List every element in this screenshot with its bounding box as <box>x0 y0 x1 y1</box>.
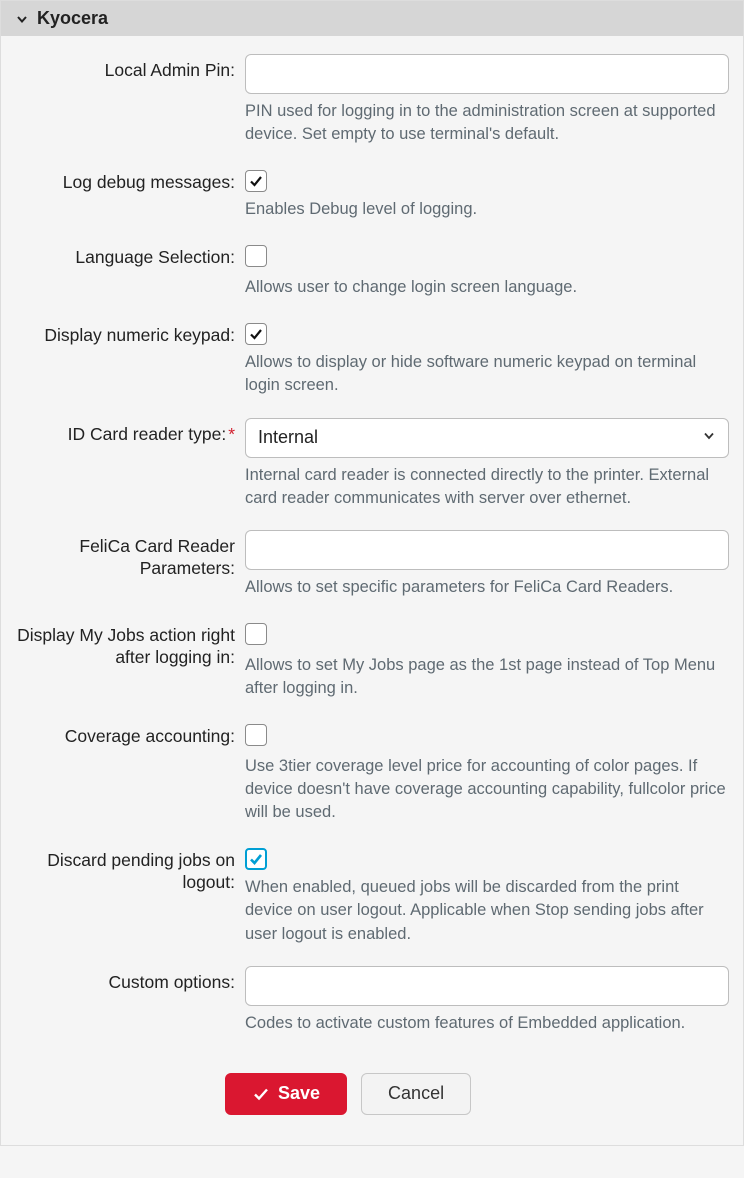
help-custom-options: Codes to activate custom features of Emb… <box>245 1012 729 1035</box>
chevron-down-icon <box>15 12 29 26</box>
label-language-selection: Language Selection: <box>15 241 245 269</box>
help-log-debug: Enables Debug level of logging. <box>245 198 729 221</box>
help-coverage: Use 3tier coverage level price for accou… <box>245 755 729 824</box>
save-button-label: Save <box>278 1083 320 1104</box>
row-log-debug: Log debug messages: Enables Debug level … <box>15 166 729 235</box>
label-local-admin-pin: Local Admin Pin: <box>15 54 245 82</box>
language-selection-checkbox[interactable] <box>245 245 267 267</box>
card-reader-type-value: Internal <box>258 427 318 448</box>
label-card-reader-type-text: ID Card reader type: <box>68 424 227 444</box>
label-felica: FeliCa Card Reader Parameters: <box>15 530 245 580</box>
numeric-keypad-checkbox[interactable] <box>245 323 267 345</box>
kyocera-config-panel: Kyocera Local Admin Pin: PIN used for lo… <box>0 0 744 1146</box>
help-language-selection: Allows user to change login screen langu… <box>245 276 729 299</box>
panel-header[interactable]: Kyocera <box>1 1 743 36</box>
row-coverage: Coverage accounting: Use 3tier coverage … <box>15 720 729 838</box>
label-log-debug: Log debug messages: <box>15 166 245 194</box>
help-numeric-keypad: Allows to display or hide software numer… <box>245 351 729 397</box>
label-my-jobs: Display My Jobs action right after loggi… <box>15 619 245 669</box>
my-jobs-checkbox[interactable] <box>245 623 267 645</box>
coverage-checkbox[interactable] <box>245 724 267 746</box>
label-numeric-keypad: Display numeric keypad: <box>15 319 245 347</box>
label-coverage: Coverage accounting: <box>15 720 245 748</box>
label-custom-options: Custom options: <box>15 966 245 994</box>
save-button[interactable]: Save <box>225 1073 347 1115</box>
help-my-jobs: Allows to set My Jobs page as the 1st pa… <box>245 654 729 700</box>
check-icon <box>252 1085 270 1103</box>
row-my-jobs: Display My Jobs action right after loggi… <box>15 619 729 714</box>
row-language-selection: Language Selection: Allows user to chang… <box>15 241 729 313</box>
row-custom-options: Custom options: Codes to activate custom… <box>15 966 729 1049</box>
label-discard-pending: Discard pending jobs on logout: <box>15 844 245 894</box>
card-reader-type-select[interactable]: Internal <box>245 418 729 458</box>
row-discard-pending: Discard pending jobs on logout: When ena… <box>15 844 729 959</box>
row-card-reader-type: ID Card reader type:* Internal Internal … <box>15 418 729 524</box>
discard-pending-checkbox[interactable] <box>245 848 267 870</box>
row-felica: FeliCa Card Reader Parameters: Allows to… <box>15 530 729 613</box>
label-card-reader-type: ID Card reader type:* <box>15 418 245 446</box>
panel-title: Kyocera <box>37 8 108 29</box>
help-card-reader-type: Internal card reader is connected direct… <box>245 464 729 510</box>
config-form: Local Admin Pin: PIN used for logging in… <box>1 36 743 1145</box>
help-local-admin-pin: PIN used for logging in to the administr… <box>245 100 729 146</box>
custom-options-input[interactable] <box>245 966 729 1006</box>
button-row: Save Cancel <box>225 1055 729 1137</box>
help-discard-pending: When enabled, queued jobs will be discar… <box>245 876 729 945</box>
row-local-admin-pin: Local Admin Pin: PIN used for logging in… <box>15 54 729 160</box>
cancel-button-label: Cancel <box>388 1083 444 1104</box>
required-asterisk: * <box>228 424 235 444</box>
felica-input[interactable] <box>245 530 729 570</box>
help-felica: Allows to set specific parameters for Fe… <box>245 576 729 599</box>
log-debug-checkbox[interactable] <box>245 170 267 192</box>
local-admin-pin-input[interactable] <box>245 54 729 94</box>
row-numeric-keypad: Display numeric keypad: Allows to displa… <box>15 319 729 411</box>
cancel-button[interactable]: Cancel <box>361 1073 471 1115</box>
